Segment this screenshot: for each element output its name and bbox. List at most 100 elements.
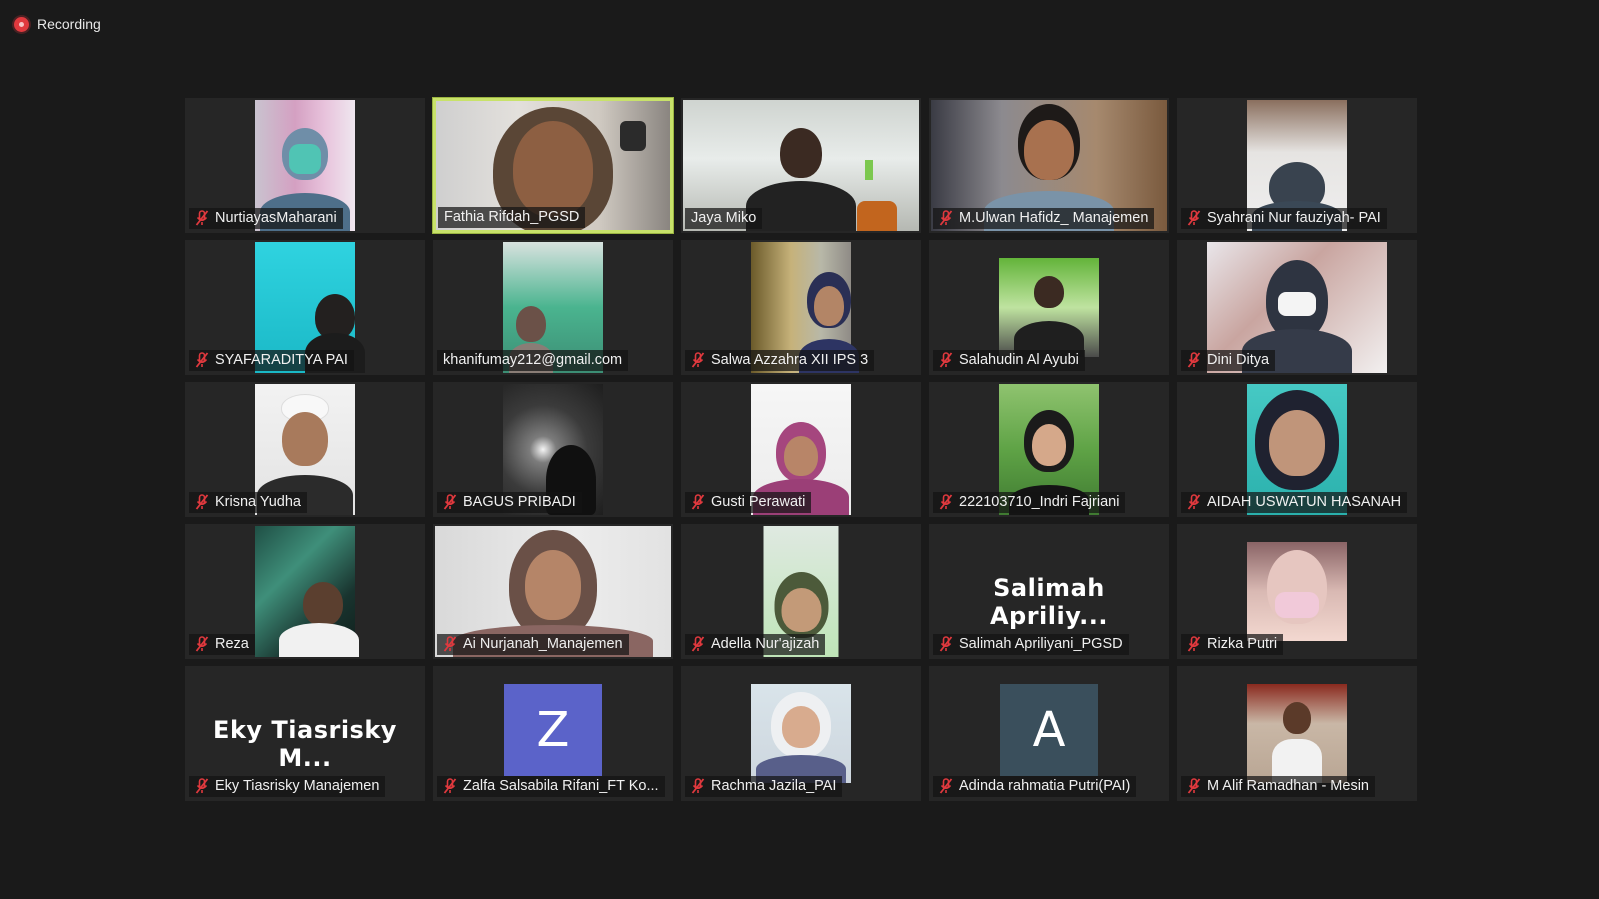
avatar: A <box>1000 684 1098 776</box>
participant-name-bar: NurtiayasMaharani <box>189 208 343 229</box>
participant-name: Syahrani Nur fauziyah- PAI <box>1207 210 1381 226</box>
participant-name: Zalfa Salsabila Rifani_FT Ko... <box>463 778 659 794</box>
participant-name-bar: M.Ulwan Hafidz_ Manajemen <box>933 208 1155 229</box>
participant-name: Salwa Azzahra XII IPS 3 <box>711 352 869 368</box>
participant-tile[interactable]: SYAFARADITYA PAI <box>185 240 425 375</box>
participant-name: M Alif Ramadhan - Mesin <box>1207 778 1369 794</box>
participant-display-name: Salimah Apriliy... <box>989 574 1109 630</box>
participant-name: Eky Tiasrisky Manajemen <box>215 778 380 794</box>
participant-name: Krisna Yudha <box>215 494 301 510</box>
participant-name-bar: Adinda rahmatia Putri(PAI) <box>933 776 1137 797</box>
participant-name: Jaya Miko <box>691 210 757 226</box>
participant-name: Salimah Apriliyani_PGSD <box>959 636 1123 652</box>
mic-muted-icon <box>939 778 953 794</box>
participant-name: Rizka Putri <box>1207 636 1278 652</box>
participant-tile[interactable]: Z Zalfa Salsabila Rifani_FT Ko... <box>433 666 673 801</box>
participant-name-bar: Rizka Putri <box>1181 634 1284 655</box>
participant-name-bar: 222103710_Indri Fajriani <box>933 492 1126 513</box>
mic-muted-icon <box>195 494 209 510</box>
participant-name-bar: Adella Nur'ajizah <box>685 634 826 655</box>
participant-name: Salahudin Al Ayubi <box>959 352 1079 368</box>
mic-muted-icon <box>939 210 953 226</box>
participant-name: Gusti Perawati <box>711 494 806 510</box>
video-feed <box>1247 542 1347 641</box>
participant-tile[interactable]: AIDAH USWATUN HASANAH <box>1177 382 1417 517</box>
participant-tile[interactable]: khanifumay212@gmail.com <box>433 240 673 375</box>
video-feed <box>255 526 359 657</box>
recording-icon <box>14 16 29 32</box>
avatar: Z <box>504 684 602 776</box>
participant-name: 222103710_Indri Fajriani <box>959 494 1120 510</box>
participant-tile[interactable]: Rizka Putri <box>1177 524 1417 659</box>
participant-tile[interactable]: Dini Ditya <box>1177 240 1417 375</box>
participant-tile[interactable]: NurtiayasMaharani <box>185 98 425 233</box>
participant-tile-active-speaker[interactable]: Fathia Rifdah_PGSD <box>432 97 674 234</box>
video-feed <box>751 684 851 783</box>
participant-name: Adinda rahmatia Putri(PAI) <box>959 778 1131 794</box>
participant-tile[interactable]: 222103710_Indri Fajriani <box>929 382 1169 517</box>
mic-muted-icon <box>939 352 953 368</box>
participant-name-bar: Salahudin Al Ayubi <box>933 350 1085 371</box>
participant-name: AIDAH USWATUN HASANAH <box>1207 494 1402 510</box>
participant-tile[interactable]: Salahudin Al Ayubi <box>929 240 1169 375</box>
mic-muted-icon <box>1187 636 1201 652</box>
participant-name-bar: M Alif Ramadhan - Mesin <box>1181 776 1375 797</box>
participant-name-bar: BAGUS PRIBADI <box>437 492 582 513</box>
mic-muted-icon <box>1187 352 1201 368</box>
participant-display-name: Eky Tiasrisky M... <box>213 716 397 772</box>
mic-muted-icon <box>1187 778 1201 794</box>
participant-name: BAGUS PRIBADI <box>463 494 576 510</box>
mic-muted-icon <box>939 636 953 652</box>
participant-name-bar: Jaya Miko <box>685 208 763 229</box>
video-feed <box>999 258 1099 357</box>
mic-muted-icon <box>195 778 209 794</box>
mic-muted-icon <box>443 636 457 652</box>
recording-label: Recording <box>37 16 101 32</box>
participant-name-bar: Salimah Apriliyani_PGSD <box>933 634 1129 655</box>
mic-muted-icon <box>691 636 705 652</box>
mic-muted-icon <box>195 636 209 652</box>
participant-name: Reza <box>215 636 249 652</box>
participant-tile[interactable]: Jaya Miko <box>681 98 921 233</box>
avatar-letter: A <box>1032 702 1066 758</box>
participant-tile[interactable]: Adella Nur'ajizah <box>681 524 921 659</box>
participant-name-bar: Syahrani Nur fauziyah- PAI <box>1181 208 1387 229</box>
participant-tile[interactable]: Krisna Yudha <box>185 382 425 517</box>
participant-tile[interactable]: Syahrani Nur fauziyah- PAI <box>1177 98 1417 233</box>
participant-name: NurtiayasMaharani <box>215 210 337 226</box>
mic-muted-icon <box>1187 210 1201 226</box>
mic-muted-icon <box>195 352 209 368</box>
mic-muted-icon <box>939 494 953 510</box>
participant-name-bar: Krisna Yudha <box>189 492 307 513</box>
participant-name-bar: Dini Ditya <box>1181 350 1276 371</box>
participant-tile[interactable]: Salwa Azzahra XII IPS 3 <box>681 240 921 375</box>
mic-muted-icon <box>691 778 705 794</box>
participant-name: khanifumay212@gmail.com <box>443 352 623 368</box>
participant-grid: NurtiayasMaharani Fathia Rifdah_PGSD Jay… <box>185 97 1417 801</box>
participant-name: Dini Ditya <box>1207 352 1270 368</box>
participant-name-bar: Rachma Jazila_PAI <box>685 776 843 797</box>
participant-name-bar: AIDAH USWATUN HASANAH <box>1181 492 1408 513</box>
participant-tile[interactable]: Ai Nurjanah_Manajemen <box>433 524 673 659</box>
participant-tile[interactable]: Reza <box>185 524 425 659</box>
participant-tile[interactable]: A Adinda rahmatia Putri(PAI) <box>929 666 1169 801</box>
participant-tile[interactable]: Gusti Perawati <box>681 382 921 517</box>
participant-tile[interactable]: Salimah Apriliy... Salimah Apriliyani_PG… <box>929 524 1169 659</box>
avatar-letter: Z <box>536 702 570 758</box>
mic-muted-icon <box>443 778 457 794</box>
participant-tile[interactable]: Eky Tiasrisky M... Eky Tiasrisky Manajem… <box>185 666 425 801</box>
participant-tile[interactable]: M Alif Ramadhan - Mesin <box>1177 666 1417 801</box>
participant-name: Rachma Jazila_PAI <box>711 778 837 794</box>
participant-name: M.Ulwan Hafidz_ Manajemen <box>959 210 1149 226</box>
mic-muted-icon <box>443 494 457 510</box>
participant-name-bar: Reza <box>189 634 255 655</box>
participant-name-bar: Eky Tiasrisky Manajemen <box>189 776 386 797</box>
participant-name: Fathia Rifdah_PGSD <box>444 209 580 225</box>
participant-tile[interactable]: BAGUS PRIBADI <box>433 382 673 517</box>
participant-name-bar: Salwa Azzahra XII IPS 3 <box>685 350 875 371</box>
participant-tile[interactable]: Rachma Jazila_PAI <box>681 666 921 801</box>
recording-indicator[interactable]: Recording <box>14 12 101 36</box>
participant-tile[interactable]: M.Ulwan Hafidz_ Manajemen <box>929 98 1169 233</box>
mic-muted-icon <box>1187 494 1201 510</box>
video-feed <box>1247 684 1347 783</box>
